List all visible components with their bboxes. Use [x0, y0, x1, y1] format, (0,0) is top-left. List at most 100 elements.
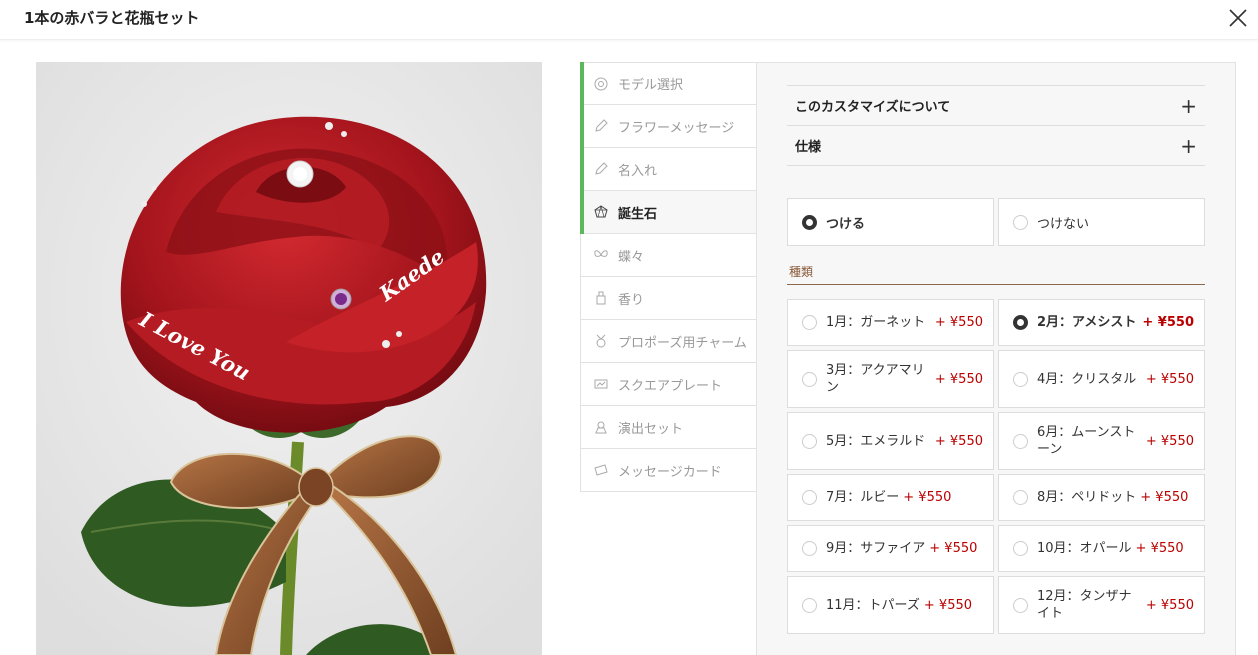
- attach-on-option[interactable]: つける: [787, 198, 994, 246]
- nav-item-label: 蝶々: [618, 249, 645, 265]
- stone-label: 11月：トパーズ: [826, 597, 920, 613]
- plus-icon: +: [1180, 133, 1197, 158]
- card-icon: [594, 464, 608, 476]
- radio[interactable]: [802, 490, 817, 505]
- stone-option-jul[interactable]: 7月：ルビー + ¥550: [787, 474, 994, 521]
- stone-price: + ¥550: [1142, 315, 1194, 330]
- charm-icon: [596, 334, 606, 348]
- stone-option-sep[interactable]: 9月：サファイア + ¥550: [787, 525, 994, 572]
- butterfly-icon: [594, 250, 608, 257]
- stone-price: + ¥550: [934, 371, 983, 387]
- nav-item-effect-set[interactable]: 演出セット: [580, 406, 757, 449]
- stone-label: 9月：サファイア: [826, 541, 926, 556]
- nav-item-butterfly[interactable]: 蝶々: [580, 234, 757, 277]
- nav-item-label: メッセージカード: [618, 464, 722, 480]
- gem-icon: [594, 205, 608, 218]
- close-icon: [1229, 9, 1247, 27]
- nav-item-label: 香り: [618, 292, 645, 308]
- radio[interactable]: [802, 597, 817, 613]
- stone-option-oct[interactable]: 10月：オパール + ¥550: [998, 525, 1205, 572]
- nav-item-message-card[interactable]: メッセージカード: [580, 449, 757, 492]
- accordion-about[interactable]: このカスタマイズについて +: [787, 85, 1205, 125]
- stone-label: 2月：アメシスト: [1037, 315, 1137, 330]
- stone-price: + ¥550: [903, 490, 952, 505]
- product-image: I Love You Kaede: [36, 62, 542, 655]
- stone-label: 4月：クリスタル: [1037, 371, 1137, 387]
- nav-item-label: 誕生石: [618, 206, 658, 222]
- stone-price: + ¥550: [1145, 597, 1194, 613]
- stone-option-apr[interactable]: 4月：クリスタル + ¥550: [998, 350, 1205, 408]
- radio[interactable]: [1013, 597, 1028, 613]
- stone-option-aug[interactable]: 8月：ペリドット + ¥550: [998, 474, 1205, 521]
- type-section-label: 種類: [789, 265, 814, 279]
- nav-item-propose-charm[interactable]: プロポーズ用チャーム: [580, 320, 757, 363]
- stone-label: 8月：ペリドット: [1037, 490, 1137, 505]
- nav-item-birthstone[interactable]: 誕生石: [580, 190, 757, 234]
- radio[interactable]: [1013, 371, 1028, 387]
- stone-label: 12月：タンザナイト: [1037, 589, 1132, 621]
- stone-label: 5月：エメラルド: [826, 433, 926, 449]
- nav-item-label: スクエアプレート: [618, 378, 723, 394]
- radio[interactable]: [1013, 433, 1028, 449]
- stone-option-may[interactable]: 5月：エメラルド + ¥550: [787, 412, 994, 470]
- stone-price: + ¥550: [1140, 490, 1189, 505]
- model-icon: [594, 77, 608, 90]
- radio[interactable]: [1013, 541, 1028, 556]
- customize-nav: モデル選択 フラワーメッセージ 名入れ 誕生石 蝶々 香り プロポーズ用チャーム…: [580, 62, 757, 492]
- radio-selected[interactable]: [802, 214, 817, 230]
- stone-price: + ¥550: [1145, 433, 1194, 449]
- stone-price: + ¥550: [929, 541, 978, 556]
- perfume-icon: [596, 291, 606, 305]
- set-icon: [595, 421, 607, 434]
- radio-selected[interactable]: [1013, 315, 1028, 330]
- divider: [787, 284, 1205, 285]
- attach-on-label: つける: [826, 216, 866, 232]
- stone-label: 10月：オパール: [1037, 541, 1132, 556]
- nav-item-label: モデル選択: [618, 78, 684, 93]
- radio[interactable]: [802, 371, 817, 387]
- nav-item-label: フラワーメッセージ: [618, 120, 735, 136]
- close-button[interactable]: [1226, 6, 1250, 30]
- nav-item-label: 演出セット: [618, 421, 684, 437]
- attach-off-label: つけない: [1037, 216, 1090, 232]
- modal-header: 1本の赤バラと花瓶セット: [0, 0, 1258, 40]
- nav-item-square-plate[interactable]: スクエアプレート: [580, 363, 757, 406]
- nav-item-label: 名入れ: [618, 163, 658, 179]
- stone-option-mar[interactable]: 3月：アクアマリン + ¥550: [787, 350, 994, 408]
- radio[interactable]: [1013, 214, 1028, 230]
- pen-icon: [595, 162, 608, 175]
- nav-item-flower-message[interactable]: フラワーメッセージ: [580, 104, 757, 148]
- stone-option-jun[interactable]: 6月：ムーンストーン + ¥550: [998, 412, 1205, 470]
- attach-off-option[interactable]: つけない: [998, 198, 1205, 246]
- stone-price: + ¥550: [923, 597, 973, 613]
- page-title: 1本の赤バラと花瓶セット: [24, 9, 200, 27]
- stone-option-dec[interactable]: 12月：タンザナイト + ¥550: [998, 576, 1205, 634]
- plus-icon: +: [1180, 93, 1197, 118]
- stone-price: + ¥550: [934, 315, 983, 330]
- rose-illustration: I Love You Kaede: [36, 62, 542, 655]
- radio[interactable]: [802, 315, 817, 330]
- pen-icon: [595, 119, 608, 132]
- options-panel: このカスタマイズについて + 仕様 + つける つけない 種類 1月：ガーネット…: [756, 62, 1236, 655]
- stone-price: + ¥550: [1135, 541, 1184, 556]
- stone-label: 7月：ルビー: [826, 490, 900, 505]
- stone-label: 1月：ガーネット: [826, 315, 926, 330]
- radio[interactable]: [802, 541, 817, 556]
- radio[interactable]: [1013, 490, 1028, 505]
- nav-item-engraving[interactable]: 名入れ: [580, 147, 757, 191]
- accordion-spec[interactable]: 仕様 +: [787, 125, 1205, 165]
- stone-label: 6月：ムーンストーン: [1037, 425, 1136, 457]
- radio[interactable]: [802, 433, 817, 449]
- stone-price: + ¥550: [1145, 371, 1194, 387]
- stone-label: 3月：アクアマリン: [826, 363, 925, 395]
- nav-item-label: プロポーズ用チャーム: [618, 335, 747, 351]
- plate-icon: [594, 379, 608, 389]
- divider: [787, 165, 1205, 166]
- nav-item-model[interactable]: モデル選択: [580, 62, 757, 105]
- nav-item-scent[interactable]: 香り: [580, 277, 757, 320]
- stone-price: + ¥550: [934, 433, 983, 449]
- accordion-about-label: このカスタマイズについて: [795, 100, 951, 115]
- stone-option-jan[interactable]: 1月：ガーネット + ¥550: [787, 299, 994, 346]
- stone-option-feb[interactable]: 2月：アメシスト + ¥550: [998, 299, 1205, 346]
- stone-option-nov[interactable]: 11月：トパーズ + ¥550: [787, 576, 994, 634]
